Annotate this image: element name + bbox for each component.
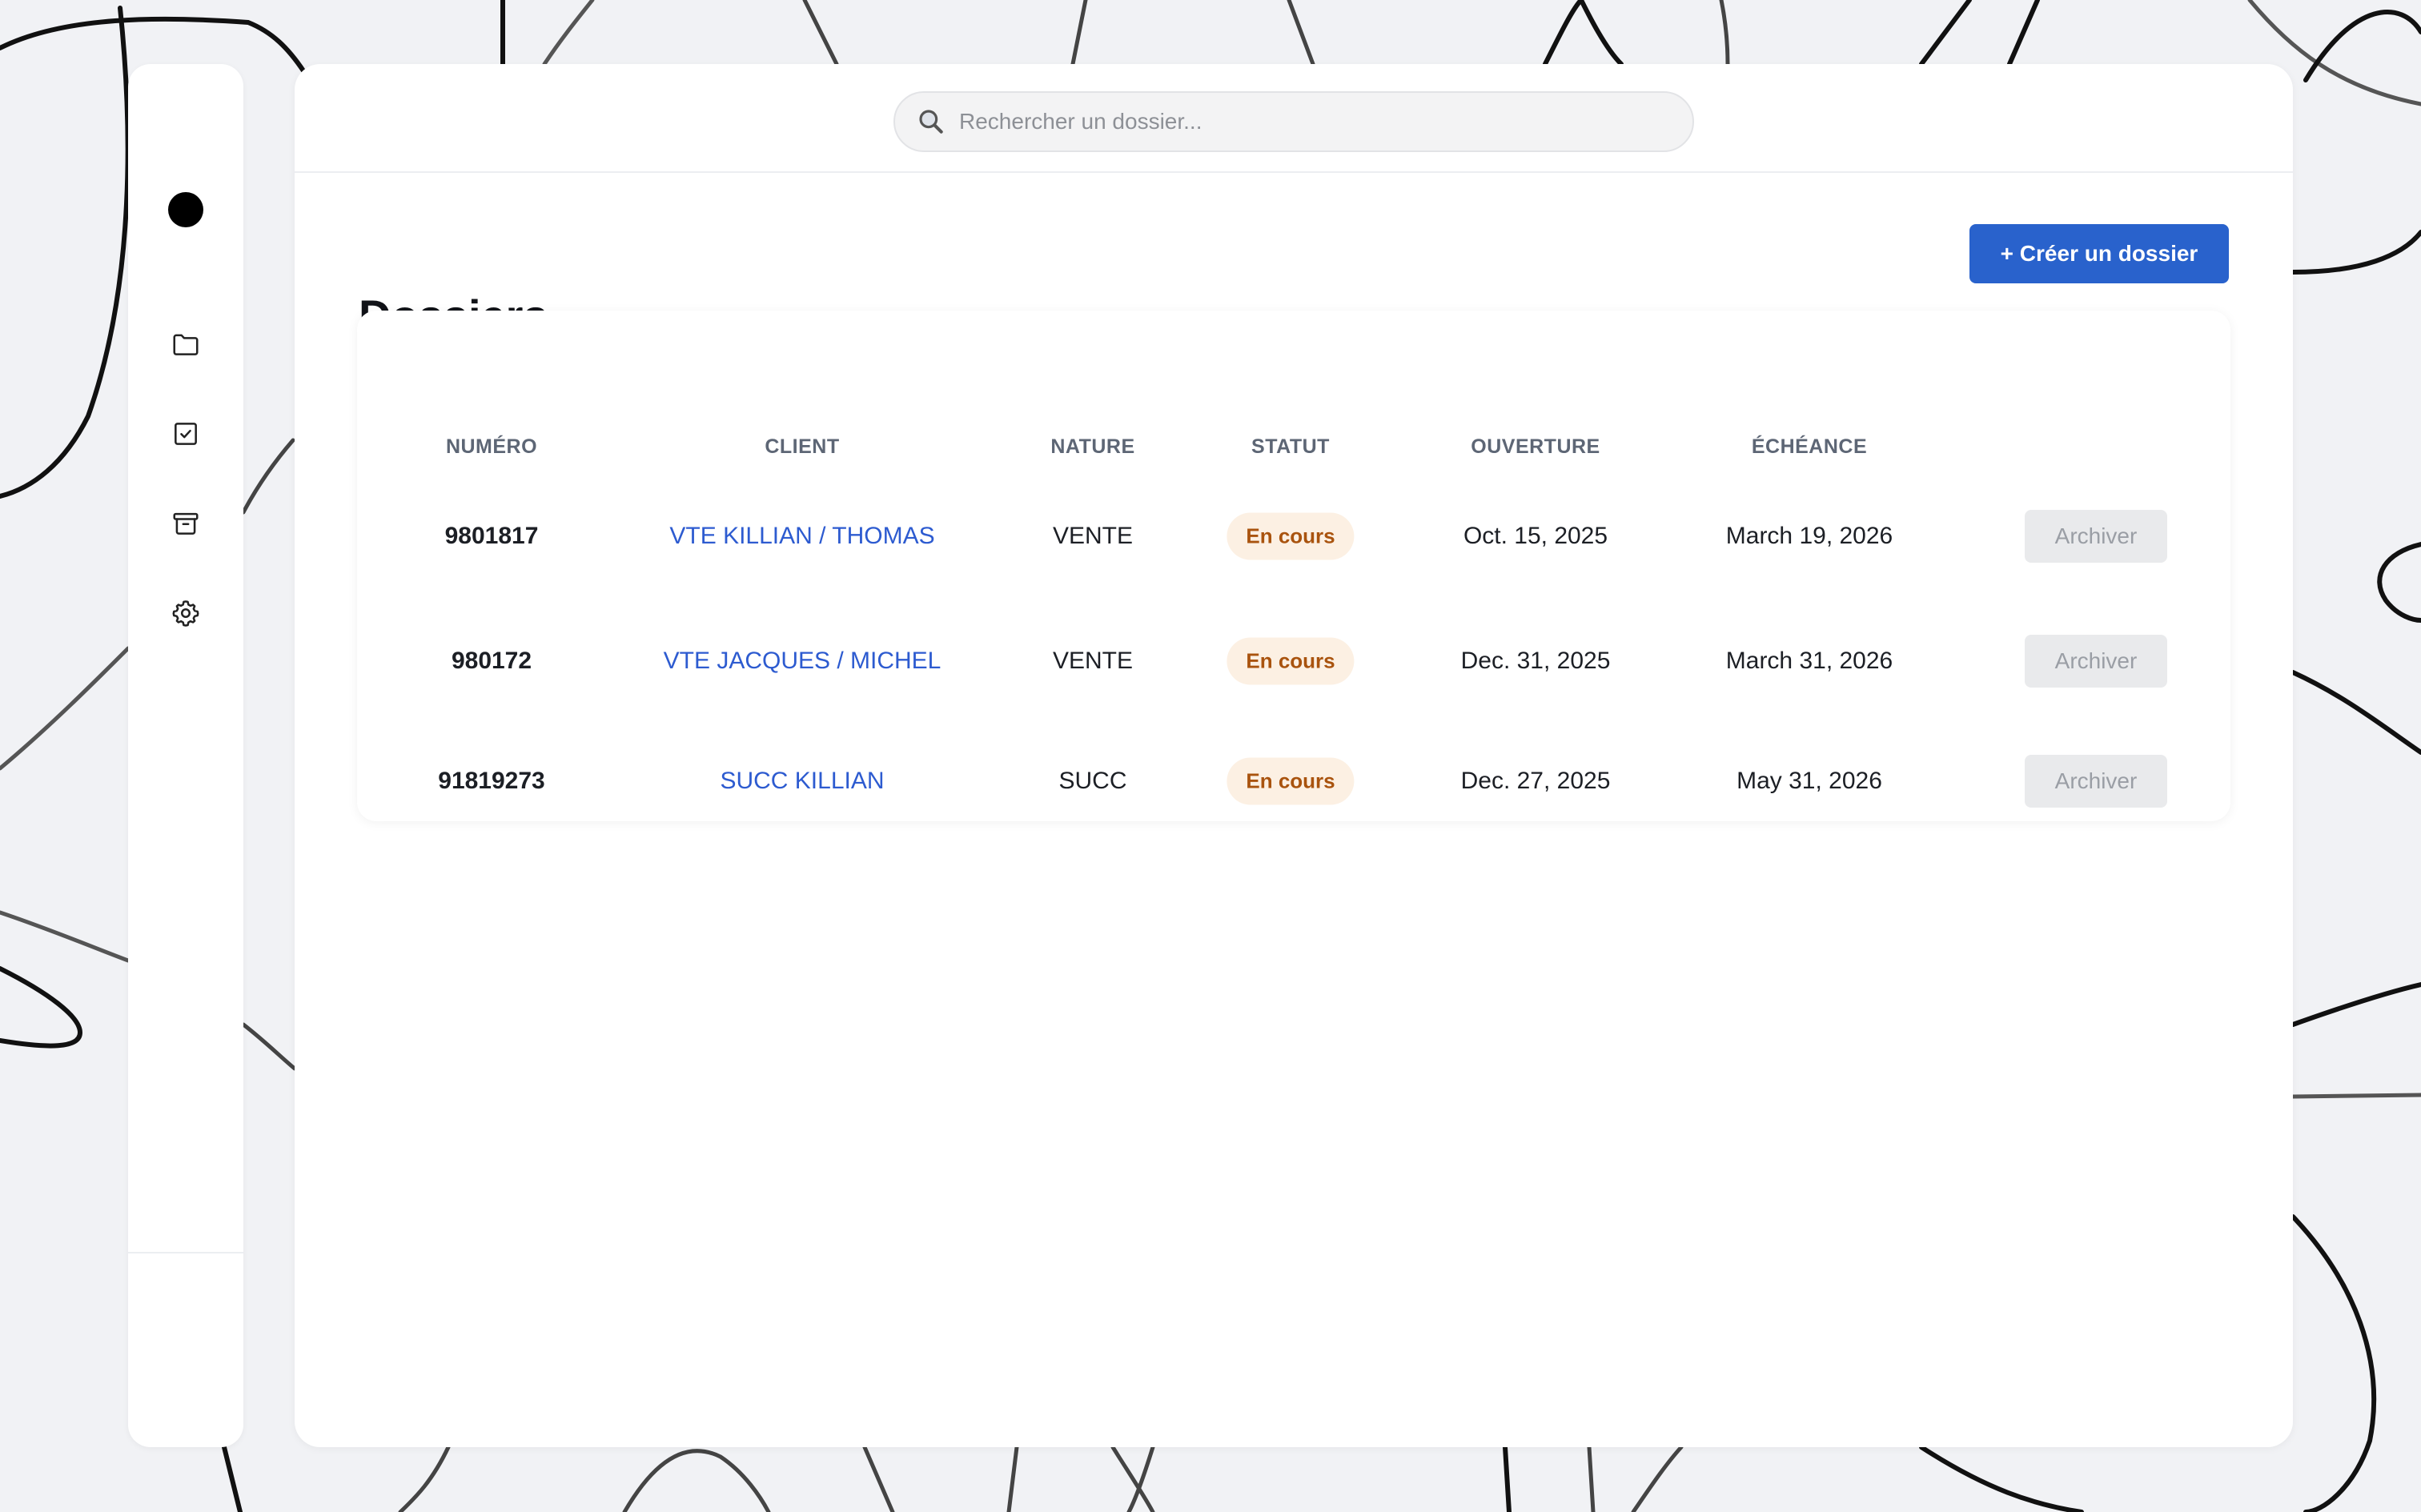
cell-nature: SUCC (1058, 768, 1127, 794)
table-row: 91819273 SUCC KILLIAN SUCC En cours Dec.… (357, 733, 2230, 829)
column-header-ouverture: OUVERTURE (1471, 435, 1600, 458)
dossiers-table: NUMÉRO CLIENT NATURE STATUT OUVERTURE ÉC… (357, 311, 2230, 821)
cell-ouverture: Dec. 31, 2025 (1460, 648, 1611, 674)
client-link[interactable]: SUCC KILLIAN (720, 768, 884, 795)
cell-ouverture: Dec. 27, 2025 (1460, 768, 1611, 794)
search-box[interactable] (893, 91, 1694, 152)
main-panel: Dossiers + Créer un dossier NUMÉRO CLIEN… (295, 64, 2293, 1447)
archive-icon (173, 512, 199, 535)
search-icon-glyph (919, 110, 943, 134)
cell-echeance: March 31, 2026 (1725, 648, 1893, 674)
cell-numero: 91819273 (438, 768, 545, 794)
sidebar-divider (128, 1252, 243, 1253)
top-bar (295, 64, 2293, 173)
cell-numero: 9801817 (444, 523, 539, 549)
search-icon (916, 106, 948, 138)
cell-echeance: March 19, 2026 (1725, 523, 1893, 549)
column-header-nature: NATURE (1050, 435, 1135, 458)
sidebar (128, 64, 243, 1447)
sidebar-item-archives[interactable] (170, 507, 202, 539)
cell-ouverture: Oct. 15, 2025 (1463, 523, 1608, 549)
create-dossier-button[interactable]: + Créer un dossier (1969, 224, 2229, 283)
app-logo (168, 192, 203, 227)
desktop: Dossiers + Créer un dossier NUMÉRO CLIEN… (0, 0, 2421, 1512)
cell-echeance: May 31, 2026 (1736, 768, 1882, 794)
sidebar-item-settings[interactable] (170, 597, 202, 629)
table-row: 9801817 VTE KILLIAN / THOMAS VENTE En co… (357, 488, 2230, 584)
folder-icon (173, 334, 199, 355)
archive-button[interactable]: Archiver (2025, 635, 2167, 688)
cell-numero: 980172 (451, 648, 532, 674)
column-header-client: CLIENT (765, 435, 840, 458)
status-badge: En cours (1227, 757, 1355, 805)
sidebar-item-tasks[interactable] (170, 418, 202, 450)
column-header-echeance: ÉCHÉANCE (1751, 435, 1868, 458)
gear-icon (172, 600, 199, 627)
sidebar-item-dossiers[interactable] (170, 328, 202, 360)
client-link[interactable]: VTE JACQUES / MICHEL (664, 648, 942, 675)
checkbox-icon (175, 423, 197, 445)
cell-nature: VENTE (1052, 648, 1134, 674)
archive-button[interactable]: Archiver (2025, 510, 2167, 563)
column-header-statut: STATUT (1251, 435, 1330, 458)
search-input[interactable] (959, 109, 1664, 134)
client-link[interactable]: VTE KILLIAN / THOMAS (669, 523, 934, 550)
archive-button[interactable]: Archiver (2025, 755, 2167, 808)
status-badge: En cours (1227, 637, 1355, 685)
cell-nature: VENTE (1052, 523, 1134, 549)
column-header-numero: NUMÉRO (445, 435, 538, 458)
table-row: 980172 VTE JACQUES / MICHEL VENTE En cou… (357, 613, 2230, 709)
status-badge: En cours (1227, 512, 1355, 560)
